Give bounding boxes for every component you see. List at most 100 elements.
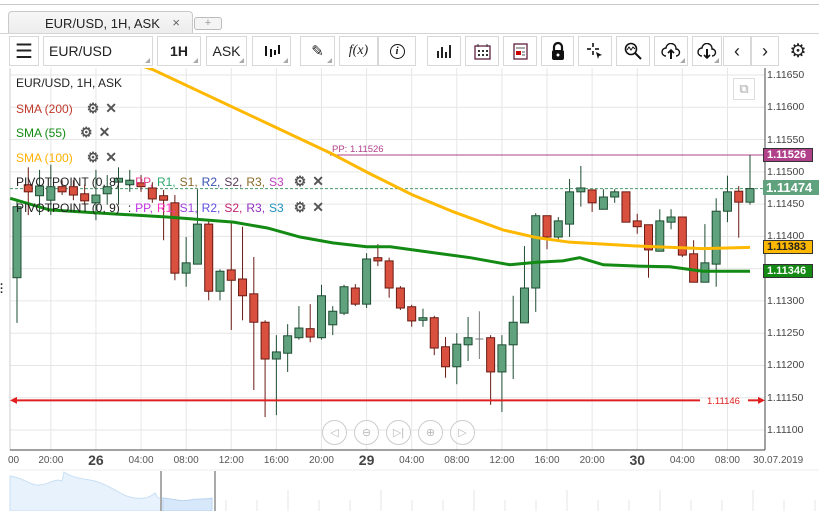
candle-body — [553, 220, 563, 238]
function-icon: f(x) — [348, 43, 369, 58]
crosshair-button[interactable] — [578, 36, 612, 66]
candle — [486, 335, 496, 405]
pivot2-item: R3, — [246, 200, 266, 215]
candle-body — [655, 220, 665, 252]
legend-sma200: SMA (200) ⚙ ✕ — [16, 100, 117, 117]
candle — [587, 189, 597, 212]
price-tick-label: 1.11200 — [767, 359, 805, 372]
lock-icon — [551, 42, 564, 60]
pivot1-close-icon[interactable]: ✕ — [312, 173, 324, 190]
tab-eurusd[interactable]: EUR/USD, 1H, ASK × — [8, 11, 193, 34]
sma200-gear-icon[interactable]: ⚙ — [87, 100, 100, 117]
pan-right-button[interactable]: ▷ — [450, 420, 475, 445]
download-button[interactable] — [692, 36, 722, 66]
news-icon — [512, 42, 528, 60]
scroll-left-button[interactable]: ‹ — [723, 36, 751, 66]
candle-body — [350, 287, 360, 305]
tab-close-icon[interactable]: × — [172, 15, 180, 30]
candle — [226, 222, 236, 330]
candle — [429, 315, 439, 356]
pivot2-sep: : — [127, 200, 132, 215]
sma100-gear-icon[interactable]: ⚙ — [87, 149, 100, 166]
settings-button[interactable]: ⚙ — [783, 36, 813, 66]
candle — [305, 304, 315, 343]
candle — [407, 304, 417, 327]
sma55-gear-icon[interactable]: ⚙ — [80, 124, 93, 141]
new-tab-button[interactable]: + — [194, 17, 222, 30]
candle-body — [418, 317, 428, 321]
candle-body — [215, 270, 225, 292]
symbol-select[interactable]: EUR/USD — [43, 36, 153, 66]
candle — [271, 335, 281, 416]
candle — [734, 186, 744, 238]
candle — [463, 317, 473, 361]
candle-body — [486, 337, 496, 373]
candle-body — [249, 293, 259, 323]
go-to-latest-button[interactable]: ▷| — [386, 420, 411, 445]
calendar-button[interactable] — [465, 36, 499, 66]
candle — [384, 257, 394, 298]
zoom-out-button[interactable]: ⊖ — [354, 420, 379, 445]
candle-body — [238, 278, 248, 297]
sma100-label: SMA (100) — [16, 150, 73, 165]
time-tick-label: 04:00 — [399, 455, 425, 466]
timeframe-select[interactable]: 1H — [157, 36, 201, 66]
time-tick-label: 30.07.2019 — [753, 455, 804, 466]
draw-tool-button[interactable]: ✎ — [300, 36, 335, 66]
support-label: 1.11146 — [707, 396, 740, 407]
candle — [711, 198, 721, 287]
candle — [700, 224, 710, 283]
candle — [542, 215, 552, 250]
candle — [362, 253, 372, 309]
pivot1-sep: : — [127, 174, 132, 189]
pivot2-gear-icon[interactable]: ⚙ — [294, 199, 307, 216]
candle — [553, 217, 563, 241]
zoom-chart-button[interactable] — [616, 36, 650, 66]
candle-body — [644, 224, 654, 251]
candle — [418, 308, 428, 327]
sma55-close-icon[interactable]: ✕ — [99, 124, 111, 141]
sma100-close-icon[interactable]: ✕ — [105, 149, 117, 166]
price-tick-label: 1.11250 — [767, 327, 805, 340]
lock-button[interactable] — [541, 36, 574, 66]
navigator-area — [9, 471, 164, 511]
indicators-button[interactable]: f(x) — [339, 36, 378, 66]
navigator-selection — [162, 497, 213, 511]
info-button[interactable]: i — [378, 36, 416, 66]
time-tick-label: 20:00 — [579, 455, 605, 466]
candle-body — [407, 306, 417, 322]
volume-button[interactable] — [427, 36, 461, 66]
pan-left-button[interactable]: ◁ — [322, 420, 347, 445]
pivot1-gear-icon[interactable]: ⚙ — [294, 173, 307, 190]
zoom-in-button[interactable]: ⊕ — [418, 420, 443, 445]
candle-body — [463, 337, 473, 346]
last-price-badge: 1.11474 — [763, 179, 819, 195]
window-top-border — [0, 4, 819, 5]
candle — [621, 191, 631, 223]
menu-button[interactable]: ☰ — [9, 36, 39, 66]
candle-body — [226, 269, 236, 281]
side-select[interactable]: ASK — [206, 36, 247, 66]
popout-chart-button[interactable]: ⧉ — [733, 78, 755, 100]
candle-body — [508, 321, 518, 346]
candle — [745, 155, 755, 205]
pivot2-close-icon[interactable]: ✕ — [312, 199, 324, 216]
candle-body — [689, 253, 699, 283]
candle-body — [497, 344, 507, 373]
info-icon: i — [389, 43, 405, 59]
candle — [249, 257, 259, 391]
panel-resize-handle[interactable]: · · · — [0, 280, 9, 299]
candle — [283, 324, 293, 372]
scroll-right-button[interactable]: › — [751, 36, 779, 66]
chart-type-button[interactable] — [252, 36, 291, 66]
candle-body — [576, 187, 586, 193]
candle-body — [745, 188, 755, 203]
sma100-line — [143, 68, 751, 251]
candle — [519, 246, 529, 324]
sma200-close-icon[interactable]: ✕ — [105, 100, 117, 117]
upload-button[interactable] — [654, 36, 688, 66]
legend-sma100: SMA (100) ⚙ ✕ — [16, 149, 117, 166]
news-button[interactable] — [503, 36, 537, 66]
candle-body — [283, 335, 293, 354]
candle-body — [452, 343, 462, 368]
